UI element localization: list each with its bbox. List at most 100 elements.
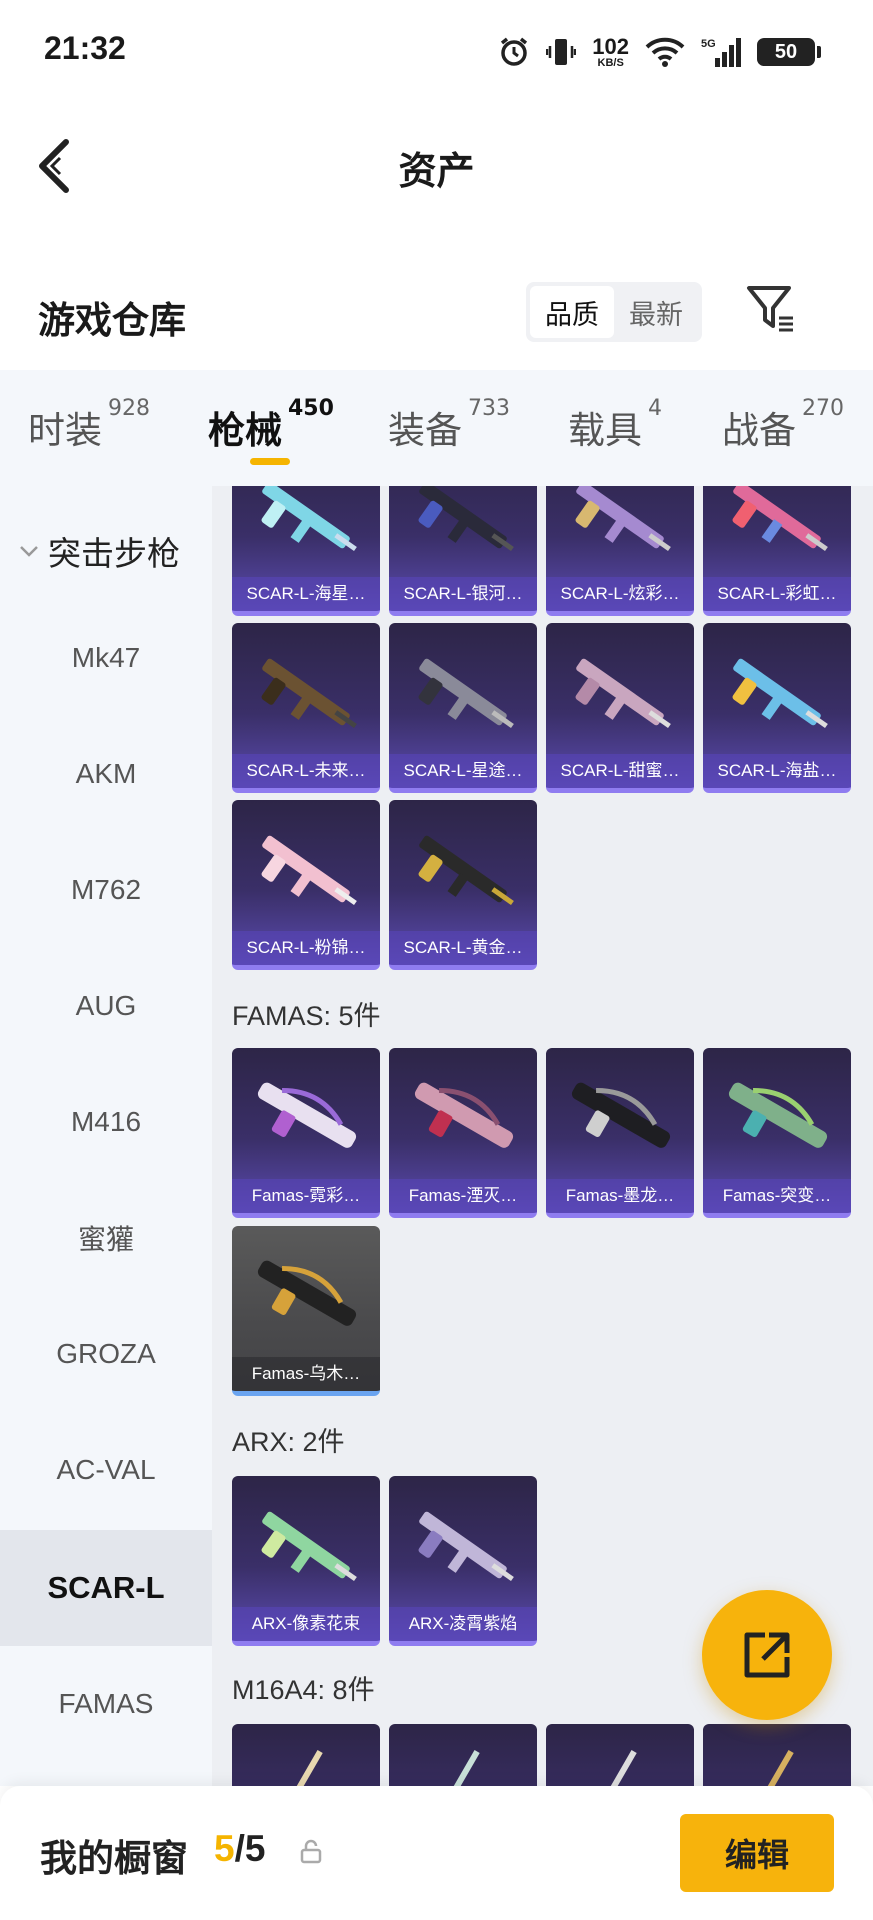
weapon-name: SCAR-L-银河… xyxy=(389,577,537,611)
rifle-icon xyxy=(758,1750,794,1786)
weapon-name: Famas-突变… xyxy=(703,1179,851,1213)
chevron-down-icon xyxy=(20,546,38,557)
showcase-total: /5 xyxy=(234,1828,266,1869)
tab-supplies[interactable]: 战备270 xyxy=(722,396,844,454)
sidebar-item-groza[interactable]: GROZA xyxy=(0,1296,212,1412)
weapon-card[interactable]: Famas-乌木… xyxy=(232,1226,380,1396)
weapon-card[interactable]: ARX-像素花束 xyxy=(232,1476,380,1646)
weapon-card[interactable]: Famas-霓彩… xyxy=(232,1048,380,1218)
filter-icon xyxy=(747,286,793,332)
showcase-count: 5/5 xyxy=(214,1828,265,1870)
battery-icon: 50 xyxy=(757,38,821,66)
edit-button[interactable]: 编辑 xyxy=(680,1814,834,1892)
tab-count: 450 xyxy=(288,396,334,421)
weapon-card[interactable]: SCAR-L-银河… xyxy=(389,486,537,616)
weapon-name: SCAR-L-粉锦… xyxy=(232,931,380,965)
weapon-card[interactable]: Famas-湮灭… xyxy=(389,1048,537,1218)
weapon-card[interactable] xyxy=(389,1724,537,1786)
weapon-card[interactable]: SCAR-L-炫彩… xyxy=(546,486,694,616)
sidebar-item-akm[interactable]: AKM xyxy=(0,716,212,832)
network-type: 5G xyxy=(701,38,716,50)
rifle-icon xyxy=(418,486,514,552)
share-button[interactable] xyxy=(702,1590,832,1720)
weapon-card[interactable]: SCAR-L-粉锦… xyxy=(232,800,380,970)
share-external-icon xyxy=(744,1632,790,1678)
sidebar-category-assault-rifles[interactable]: 突击步枪 xyxy=(0,526,212,576)
rifle-icon xyxy=(732,658,828,729)
lock-icon xyxy=(300,1839,322,1864)
sidebar-item-scar-l[interactable]: SCAR-L xyxy=(0,1530,212,1646)
wifi-icon xyxy=(645,37,685,67)
weapon-card[interactable] xyxy=(703,1724,851,1786)
filter-button[interactable] xyxy=(745,282,797,334)
weapon-card[interactable] xyxy=(232,1724,380,1786)
status-bar: 21:32 102 KB/S 5G 50 xyxy=(0,0,873,100)
weapon-card[interactable]: ARX-凌霄紫焰 xyxy=(389,1476,537,1646)
sidebar-item-m762[interactable]: M762 xyxy=(0,832,212,948)
weapon-card[interactable]: Famas-突变… xyxy=(703,1048,851,1218)
rifle-icon xyxy=(418,658,514,729)
signal-icon: 5G xyxy=(701,38,741,67)
tab-label: 时装 xyxy=(28,409,102,452)
rifle-icon xyxy=(728,1082,828,1148)
weapon-name: ARX-凌霄紫焰 xyxy=(389,1607,537,1641)
weapon-card[interactable]: SCAR-L-彩虹… xyxy=(703,486,851,616)
rifle-icon xyxy=(418,835,514,906)
sidebar-item-aug[interactable]: AUG xyxy=(0,948,212,1064)
rifle-icon xyxy=(257,1260,357,1326)
weapon-card[interactable]: SCAR-L-海盐… xyxy=(703,623,851,793)
sort-toggle: 品质 最新 xyxy=(526,282,702,342)
weapon-name: SCAR-L-未来… xyxy=(232,754,380,788)
sidebar-item-famas[interactable]: FAMAS xyxy=(0,1646,212,1762)
weapon-card[interactable]: SCAR-L-海星… xyxy=(232,486,380,616)
tab-fashion[interactable]: 时装928 xyxy=(28,396,150,454)
rifle-icon xyxy=(261,835,357,906)
rifle-icon xyxy=(418,1511,514,1582)
showcase-bar: 我的橱窗 5/5 编辑 xyxy=(0,1786,873,1920)
rifle-icon xyxy=(732,486,828,552)
weapon-card[interactable] xyxy=(546,1724,694,1786)
battery-level: 50 xyxy=(774,40,798,63)
top-nav: 资产 xyxy=(0,110,873,220)
weapon-card[interactable]: SCAR-L-甜蜜… xyxy=(546,623,694,793)
category-tabs: 时装928 枪械450 装备733 载具4 战备270 xyxy=(0,370,873,486)
warehouse-title: 游戏仓库 xyxy=(38,299,186,342)
weapon-name: Famas-墨龙… xyxy=(546,1179,694,1213)
sidebar-item-m416[interactable]: M416 xyxy=(0,1064,212,1180)
tab-count: 270 xyxy=(802,396,844,421)
weapon-name: SCAR-L-炫彩… xyxy=(546,577,694,611)
rifle-icon xyxy=(601,1750,637,1786)
weapon-name: SCAR-L-海盐… xyxy=(703,754,851,788)
weapon-sidebar: 突击步枪 Mk47 AKM M762 AUG M416 蜜獾 GROZA AC-… xyxy=(0,486,212,1786)
sort-quality-button[interactable]: 品质 xyxy=(530,286,614,338)
assets-screen: 21:32 102 KB/S 5G 50 资产 游戏仓库 品质 最新 时装928… xyxy=(0,0,873,1920)
weapon-name: SCAR-L-海星… xyxy=(232,577,380,611)
sidebar-item-mk47[interactable]: Mk47 xyxy=(0,600,212,716)
weapon-card[interactable]: Famas-墨龙… xyxy=(546,1048,694,1218)
sort-latest-button[interactable]: 最新 xyxy=(614,286,698,338)
weapon-card[interactable]: SCAR-L-星途… xyxy=(389,623,537,793)
tab-firearms[interactable]: 枪械450 xyxy=(208,396,334,454)
page-title: 资产 xyxy=(398,149,475,193)
weapon-card[interactable]: SCAR-L-未来… xyxy=(232,623,380,793)
tab-vehicles[interactable]: 载具4 xyxy=(568,396,662,454)
weapon-name: SCAR-L-彩虹… xyxy=(703,577,851,611)
sidebar-item-ac-val[interactable]: AC-VAL xyxy=(0,1412,212,1528)
sidebar-category-label: 突击步枪 xyxy=(48,534,180,573)
tab-label: 战备 xyxy=(722,409,796,452)
section-title-m16a4: M16A4: 8件 xyxy=(232,1675,375,1705)
section-title-famas: FAMAS: 5件 xyxy=(232,1001,381,1031)
warehouse-header: 游戏仓库 品质 最新 xyxy=(0,270,873,360)
weapon-name: Famas-湮灭… xyxy=(389,1179,537,1213)
rifle-icon xyxy=(287,1750,323,1786)
weapon-card[interactable]: SCAR-L-黄金… xyxy=(389,800,537,970)
weapon-name: SCAR-L-黄金… xyxy=(389,931,537,965)
alarm-icon xyxy=(501,37,528,66)
weapon-name: Famas-霓彩… xyxy=(232,1179,380,1213)
tab-equipment[interactable]: 装备733 xyxy=(388,396,510,454)
rifle-icon xyxy=(261,1511,357,1582)
tab-count: 4 xyxy=(648,396,662,421)
rifle-icon xyxy=(414,1082,514,1148)
weapon-name: SCAR-L-甜蜜… xyxy=(546,754,694,788)
sidebar-item-honey-badger[interactable]: 蜜獾 xyxy=(0,1180,212,1296)
